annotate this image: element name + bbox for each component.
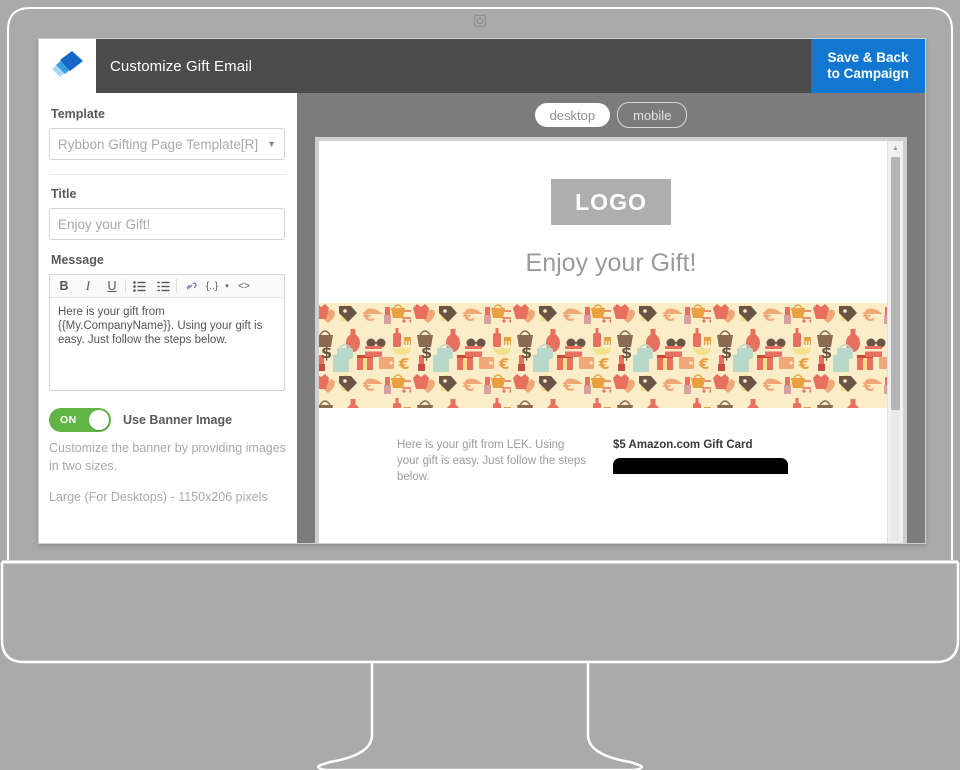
template-label: Template: [51, 107, 105, 121]
save-button-line2: to Campaign: [827, 66, 909, 81]
toggle-knob: [89, 410, 109, 430]
banner-toggle-row: ON Use Banner Image: [49, 408, 287, 432]
preview-scrollbar[interactable]: ▲: [887, 141, 903, 543]
banner-size-text: Large (For Desktops) - 1150x206 pixels: [49, 490, 268, 504]
template-select[interactable]: Rybbon Gifting Page Template[R] ▼: [49, 128, 285, 160]
logo-placeholder: LOGO: [551, 179, 671, 225]
gift-card-block: $5 Amazon.com Gift Card: [613, 437, 788, 485]
merge-field-icon[interactable]: {..}: [202, 276, 222, 297]
title-input-placeholder: Enjoy your Gift!: [58, 216, 151, 232]
merge-field-caret-icon[interactable]: ▾: [222, 276, 232, 297]
toolbar-separator: [176, 279, 177, 293]
save-button-line1: Save & Back: [827, 50, 909, 65]
page-title: Customize Gift Email: [110, 57, 253, 75]
title-input[interactable]: Enjoy your Gift!: [49, 208, 285, 240]
shopping-pattern-banner: €: [319, 303, 903, 408]
save-and-back-button[interactable]: Save & Back to Campaign: [811, 39, 925, 93]
bold-icon[interactable]: B: [52, 276, 76, 297]
sidebar-divider: [51, 174, 285, 175]
banner-helper-text: Customize the banner by providing images…: [49, 441, 286, 473]
scroll-up-arrow-icon[interactable]: ▲: [888, 141, 903, 155]
webcam-icon: [473, 14, 487, 28]
gift-card-image: [613, 458, 788, 474]
logo-cell[interactable]: [39, 39, 96, 93]
link-icon[interactable]: [178, 276, 202, 297]
preview-pane: desktop mobile LOGO Enjoy your Gift! Her…: [297, 93, 925, 543]
rybbon-logo-icon: [51, 51, 83, 77]
title-label: Title: [51, 187, 77, 201]
template-select-value: Rybbon Gifting Page Template[R]: [58, 136, 259, 152]
chevron-down-icon: ▼: [267, 139, 276, 149]
app-window: Customize Gift Email Save & Back to Camp…: [38, 38, 926, 544]
numbered-list-icon[interactable]: [151, 276, 175, 297]
preview-bottom-section: Here is your gift from LEK. Using your g…: [319, 437, 903, 485]
header-bar: Customize Gift Email: [96, 39, 811, 93]
preview-canvas-frame: LOGO Enjoy your Gift! Here is your gift …: [315, 137, 907, 543]
use-banner-image-toggle[interactable]: ON: [49, 408, 111, 432]
scrollbar-thumb[interactable]: [891, 157, 900, 410]
device-tabs: desktop mobile: [297, 93, 925, 137]
message-editor-content[interactable]: Here is your gift from {{My.CompanyName}…: [50, 298, 284, 390]
message-label: Message: [51, 253, 104, 267]
use-banner-image-label: Use Banner Image: [123, 413, 233, 427]
device-tab-mobile[interactable]: mobile: [617, 102, 688, 128]
preview-title: Enjoy your Gift!: [525, 249, 697, 277]
gift-card-title: $5 Amazon.com Gift Card: [613, 439, 753, 451]
toggle-state-label: ON: [60, 414, 77, 426]
email-preview-canvas: LOGO Enjoy your Gift! Here is your gift …: [319, 141, 903, 543]
preview-message: Here is your gift from LEK. Using your g…: [397, 439, 586, 483]
code-icon[interactable]: <>: [232, 276, 256, 297]
app-header: Customize Gift Email Save & Back to Camp…: [39, 39, 925, 93]
toolbar-separator: [125, 279, 126, 293]
bullet-list-icon[interactable]: [127, 276, 151, 297]
message-editor[interactable]: B I U {..} ▾ <> Here is your gift from {…: [49, 274, 285, 391]
app-body: Template Rybbon Gifting Page Template[R]…: [39, 93, 925, 543]
italic-icon[interactable]: I: [76, 276, 100, 297]
editor-toolbar: B I U {..} ▾ <>: [50, 275, 284, 298]
device-tab-desktop[interactable]: desktop: [534, 103, 611, 127]
settings-sidebar: Template Rybbon Gifting Page Template[R]…: [39, 93, 297, 543]
underline-icon[interactable]: U: [100, 276, 124, 297]
